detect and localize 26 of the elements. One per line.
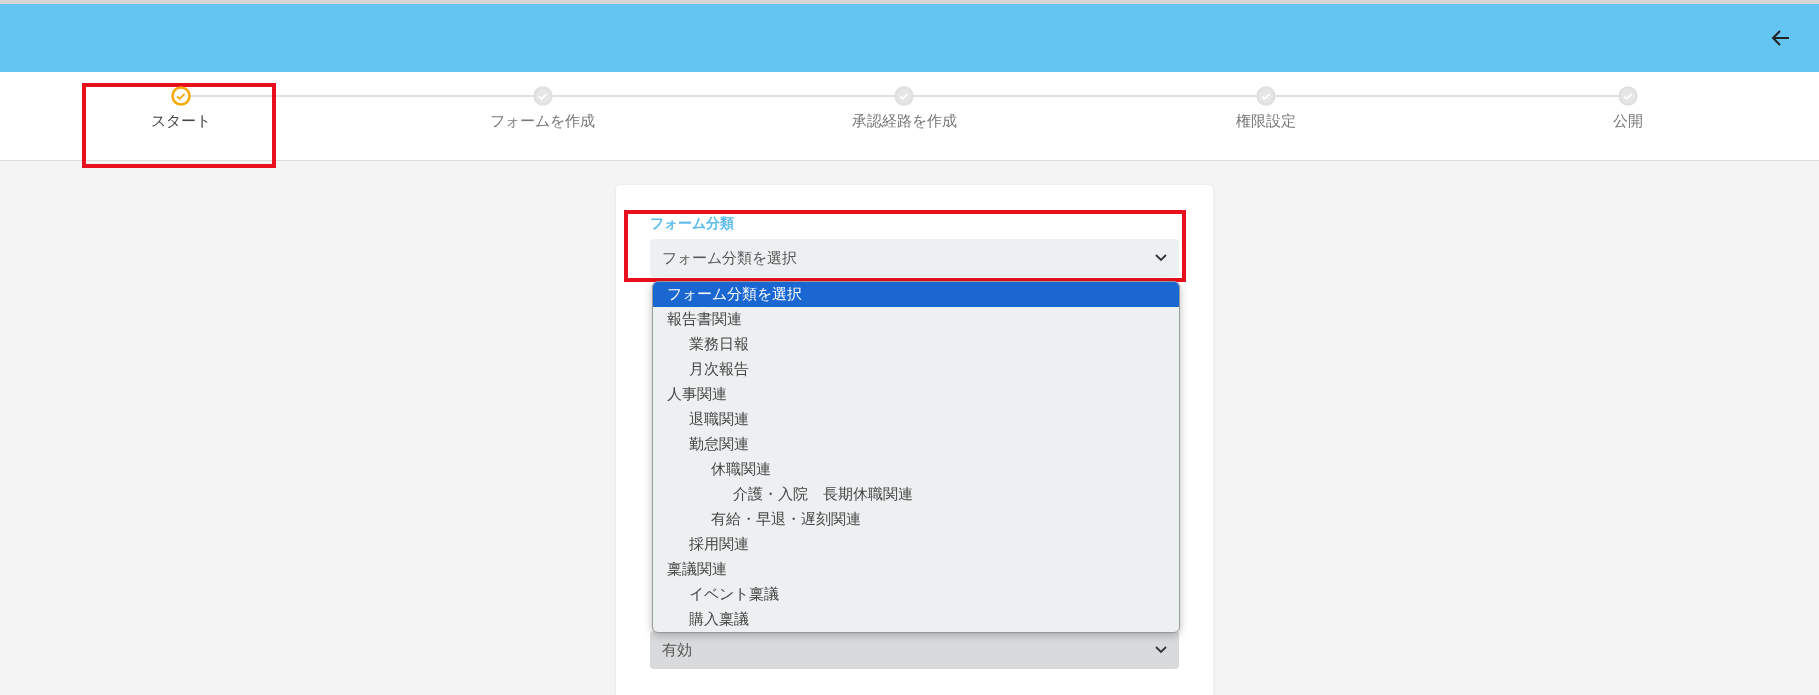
chevron-down-icon (1155, 646, 1167, 654)
select-value: フォーム分類を選択 (662, 248, 797, 268)
dropdown-option[interactable]: 勤怠関連 (653, 432, 1179, 457)
dropdown-option[interactable]: 有給・早退・遅刻関連 (653, 507, 1179, 532)
category-select[interactable]: フォーム分類を選択 (650, 239, 1179, 277)
dropdown-option[interactable]: 退職関連 (653, 407, 1179, 432)
step-label[interactable]: フォームを作成 (490, 112, 596, 131)
step-label[interactable]: 公開 (1613, 112, 1644, 131)
dropdown-option[interactable]: 購入稟議 (653, 607, 1179, 632)
chevron-down-icon (1155, 254, 1167, 262)
dropdown-option[interactable]: 業務日報 (653, 332, 1179, 357)
field-label: フォーム分類 (650, 215, 735, 233)
dropdown-option[interactable]: 月次報告 (653, 357, 1179, 382)
dropdown-option[interactable]: イベント稟議 (653, 582, 1179, 607)
dropdown-option[interactable]: フォーム分類を選択 (653, 282, 1179, 307)
dropdown-option[interactable]: 採用関連 (653, 532, 1179, 557)
step-label[interactable]: スタート (150, 112, 211, 131)
dropdown-option[interactable]: 休職関連 (653, 457, 1179, 482)
step-label[interactable]: 権限設定 (1236, 112, 1297, 131)
dropdown-option[interactable]: 稟議関連 (653, 557, 1179, 582)
dropdown-option[interactable]: 介護・入院 長期休職関連 (653, 482, 1179, 507)
select-value: 有効 (662, 640, 692, 660)
dropdown-option[interactable]: 報告書関連 (653, 307, 1179, 332)
dropdown-option[interactable]: 人事関連 (653, 382, 1179, 407)
status-select[interactable]: 有効 (650, 631, 1179, 669)
step-label[interactable]: 承認経路を作成 (852, 112, 957, 131)
